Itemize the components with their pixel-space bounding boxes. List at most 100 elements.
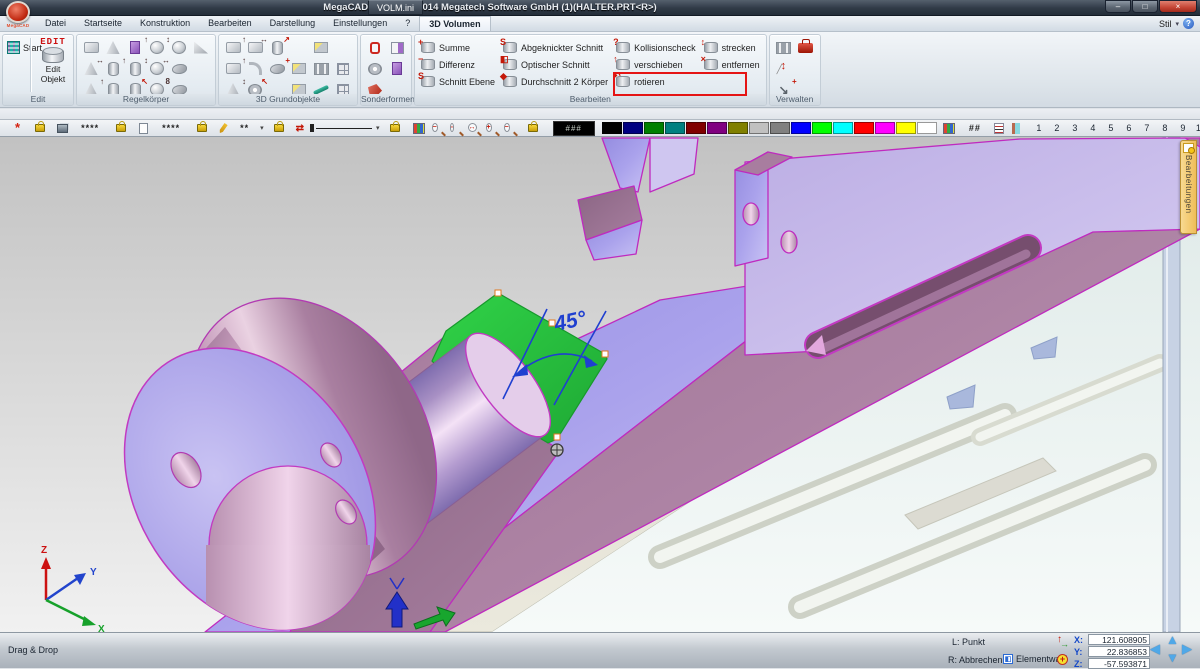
pan-up-arrow[interactable]: ▲ <box>1166 633 1179 646</box>
summe-button[interactable]: +Summe <box>418 39 498 56</box>
menu-item-einstellungen[interactable]: Einstellungen <box>324 16 396 31</box>
differenz-button[interactable]: −Differenz <box>418 56 498 73</box>
color-swatch-9[interactable] <box>791 122 811 134</box>
color-dialog-icon[interactable] <box>943 123 955 134</box>
regelkoerper-icon-1-1[interactable]: ↑ <box>102 59 124 79</box>
layer-number-1[interactable]: 1 <box>1030 123 1048 133</box>
pivot-handle[interactable] <box>551 444 563 456</box>
layers-icon[interactable] <box>57 124 68 133</box>
zoom-extents-icon[interactable]: ↔ <box>468 121 482 135</box>
optischer-schnitt-button[interactable]: ◧Optischer Schnitt <box>500 56 611 73</box>
menu-item-[interactable]: ? <box>396 16 419 31</box>
hatch-field[interactable]: ## <box>969 123 981 133</box>
coord-value[interactable]: 22.836853 <box>1088 646 1150 657</box>
page-icon[interactable] <box>139 123 148 134</box>
grundobjekte-icon-0-4[interactable] <box>310 38 332 58</box>
regelkoerper-icon-1-3[interactable]: ↔ <box>146 59 168 79</box>
maximize-button[interactable]: □ <box>1132 0 1158 13</box>
line-width-icon[interactable]: ⇄ <box>296 123 304 134</box>
durchschnitt-2-k-rper-button[interactable]: ◆Durchschnitt 2 Körper <box>500 73 611 90</box>
layer-number-8[interactable]: 8 <box>1156 123 1174 133</box>
close-button[interactable]: × <box>1159 0 1197 13</box>
color-lock-icon[interactable] <box>528 124 538 132</box>
verwalten-icon-0-0[interactable] <box>773 38 795 58</box>
color-swatch-3[interactable] <box>665 122 685 134</box>
color-swatch-15[interactable] <box>917 122 937 134</box>
verwalten-icon-1-0[interactable] <box>773 59 795 79</box>
verschieben-button[interactable]: ↑verschieben <box>613 56 699 73</box>
viewport-canvas[interactable]: 45° Z Y X <box>0 137 1200 632</box>
strecken-button[interactable]: ↕strecken <box>701 39 763 56</box>
regelkoerper-icon-0-4[interactable] <box>168 38 190 58</box>
regelkoerper-icon-1-4[interactable] <box>168 59 190 79</box>
menu-item-konstruktion[interactable]: Konstruktion <box>131 16 199 31</box>
sonderformen-icon-0-1[interactable] <box>386 38 408 58</box>
side-panel-tab[interactable]: Bearbeitungen <box>1180 140 1197 234</box>
color-swatch-2[interactable] <box>644 122 664 134</box>
grundobjekte-icon-1-1[interactable] <box>244 59 266 79</box>
color-swatch-7[interactable] <box>749 122 769 134</box>
redraw-star-icon[interactable]: * <box>15 125 20 131</box>
color-swatch-6[interactable] <box>728 122 748 134</box>
coord-value[interactable]: 121.608905 <box>1088 634 1150 645</box>
snap-crosshair-icon[interactable]: + <box>1057 654 1068 665</box>
regelkoerper-icon-0-0[interactable] <box>80 38 102 58</box>
group-field[interactable]: **** <box>162 123 180 133</box>
regelkoerper-icon-0-2[interactable]: ↑ <box>124 38 146 58</box>
kollisionscheck-button[interactable]: ?Kollisionscheck <box>613 39 699 56</box>
zoom-previous-icon[interactable]: − <box>504 121 518 135</box>
color-swatch-10[interactable] <box>812 122 832 134</box>
pen-dropdown[interactable]: ▾ <box>260 124 264 132</box>
menu-item-startseite[interactable]: Startseite <box>75 16 131 31</box>
document-tab[interactable]: VOLM.ini <box>368 0 423 15</box>
layer-list-icon[interactable] <box>994 123 1004 134</box>
menu-item-datei[interactable]: Datei <box>36 16 75 31</box>
verwalten-icon-0-1[interactable] <box>795 38 817 58</box>
grundobjekte-icon-1-4[interactable] <box>310 59 332 79</box>
pen-lock-icon[interactable] <box>197 124 207 132</box>
layer-number-6[interactable]: 6 <box>1120 123 1138 133</box>
color-swatch-12[interactable] <box>854 122 874 134</box>
grundobjekte-icon-1-5[interactable] <box>332 59 354 79</box>
zoom-in-icon[interactable]: + <box>486 121 500 135</box>
layer-number-4[interactable]: 4 <box>1084 123 1102 133</box>
color-swatch-13[interactable] <box>875 122 895 134</box>
menu-item-darstellung[interactable]: Darstellung <box>261 16 325 31</box>
layer-number-3[interactable]: 3 <box>1066 123 1084 133</box>
color-swatch-11[interactable] <box>833 122 853 134</box>
layer-number-10[interactable]: 10 <box>1192 123 1200 133</box>
chevron-down-icon[interactable]: ▾ <box>1175 20 1179 28</box>
current-color-chip[interactable]: ### <box>553 121 595 136</box>
help-icon[interactable]: ? <box>1183 18 1194 29</box>
color-swatch-0[interactable] <box>602 122 622 134</box>
grundobjekte-icon-0-0[interactable]: ↑ <box>222 38 244 58</box>
grundobjekte-icon-1-3[interactable] <box>288 59 310 79</box>
layer-lock-icon[interactable] <box>35 124 45 132</box>
layer-number-5[interactable]: 5 <box>1102 123 1120 133</box>
coordinate-system-icon[interactable] <box>1056 636 1070 649</box>
zoom-window-icon[interactable]: ▫ <box>450 121 464 135</box>
group-lock-icon[interactable] <box>116 124 126 132</box>
color-swatch-14[interactable] <box>896 122 916 134</box>
zoom-lock-icon[interactable] <box>390 124 400 132</box>
pan-left-arrow[interactable]: ◀ <box>1150 642 1160 655</box>
linetype-lock-icon[interactable] <box>274 124 284 132</box>
grundobjekte-icon-1-0[interactable]: ↑ <box>222 59 244 79</box>
sonderformen-icon-1-0[interactable] <box>364 59 386 79</box>
color-swatch-8[interactable] <box>770 122 790 134</box>
layer-field[interactable]: **** <box>81 123 99 133</box>
color-swatch-4[interactable] <box>686 122 706 134</box>
edit-objekt-button[interactable]: EDIT EditObjekt <box>33 37 73 84</box>
pen-field[interactable]: ** <box>240 123 249 133</box>
regelkoerper-icon-0-5[interactable] <box>190 38 212 58</box>
color-swatch-5[interactable] <box>707 122 727 134</box>
pen-icon[interactable] <box>218 122 228 133</box>
layer-number-7[interactable]: 7 <box>1138 123 1156 133</box>
style-menu[interactable]: Stil <box>1159 19 1172 29</box>
grundobjekte-icon-1-2[interactable]: + <box>266 59 288 79</box>
layer-number-2[interactable]: 2 <box>1048 123 1066 133</box>
regelkoerper-icon-1-0[interactable]: ↔ <box>80 59 102 79</box>
entfernen-button[interactable]: ×entfernen <box>701 56 763 73</box>
regelkoerper-icon-0-1[interactable] <box>102 38 124 58</box>
linetype-selector[interactable] <box>310 124 372 132</box>
